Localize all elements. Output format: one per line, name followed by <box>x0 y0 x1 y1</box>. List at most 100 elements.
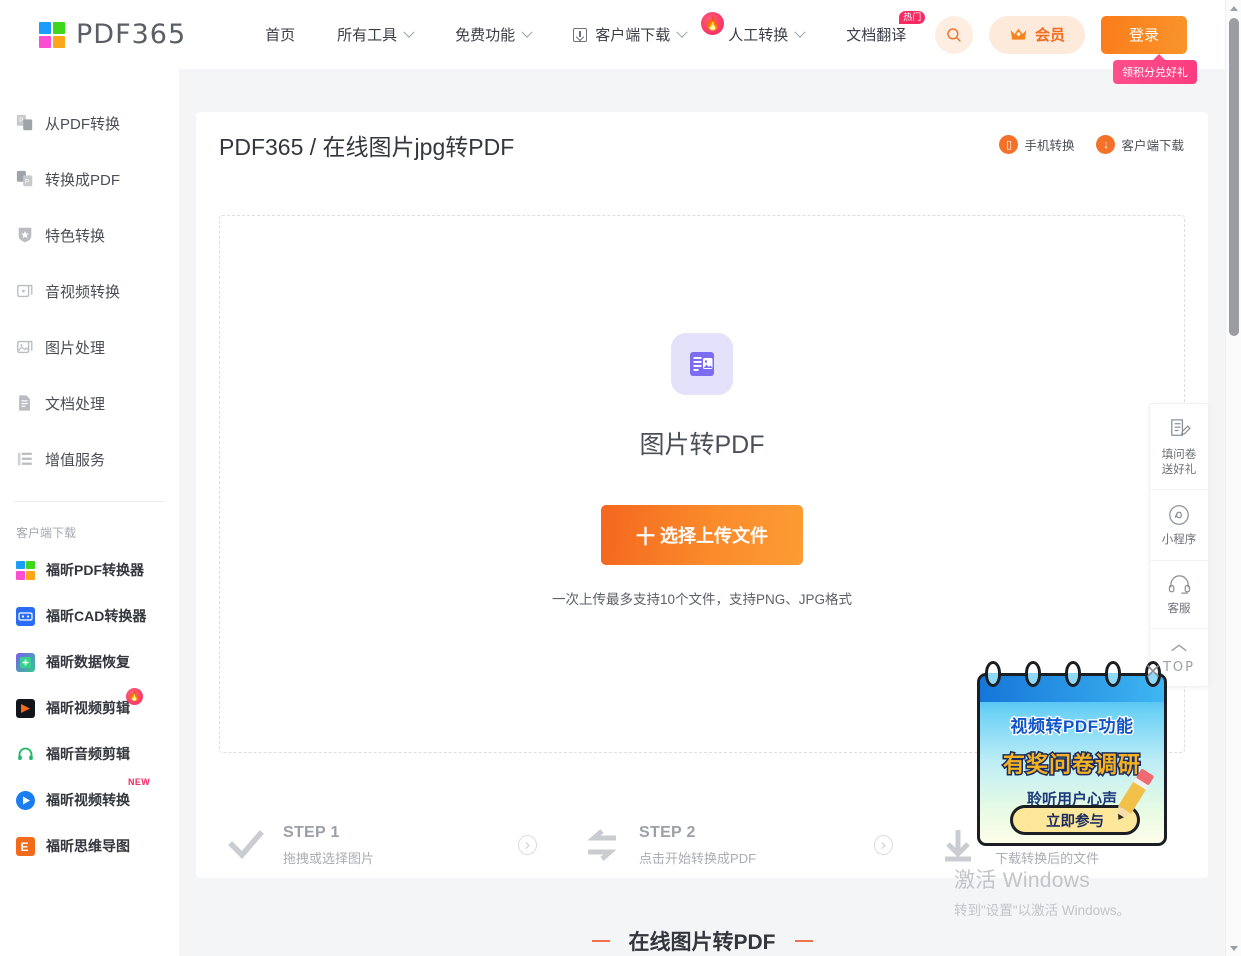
app-item-cad-converter[interactable]: 福昕CAD转换器 <box>0 593 179 639</box>
app-item-label: 福昕视频转换 <box>46 792 130 808</box>
nav-label: 文档翻译 <box>846 27 907 44</box>
login-tooltip: 领积分兑好礼 <box>1113 53 1197 84</box>
app-item-data-recovery[interactable]: 福昕数据恢复 <box>0 639 179 685</box>
hot-badge: 热门 <box>899 11 926 24</box>
nav-label: 首页 <box>265 27 296 44</box>
scroll-up-arrow[interactable] <box>1226 0 1241 16</box>
rail-item-support[interactable]: 客服 <box>1149 561 1209 629</box>
app-item-label: 福昕视频剪辑 <box>46 700 130 716</box>
login-area: 登录 领积分兑好礼 <box>1101 15 1197 84</box>
nav-item-client-download[interactable]: 客户端下载 <box>552 0 707 69</box>
upload-button-label: 选择上传文件 <box>660 526 768 546</box>
sidebar-item-label: 图片处理 <box>45 339 106 357</box>
scrollbar-thumb[interactable] <box>1229 18 1239 336</box>
survey-popup-card[interactable]: 视频转PDF功能 有奖问卷调研 聆听用户心声 立即参与 <box>977 673 1167 846</box>
mindmap-icon: E <box>16 836 35 856</box>
step-number: STEP 2 <box>639 823 696 841</box>
main-navigation: 首页 所有工具 免费功能 客户端下载 🔥 人工转换 文档翻译 热门 <box>244 0 927 69</box>
sidebar-item-featured[interactable]: 特色转换 <box>0 207 179 263</box>
sidebar-section-label: 客户端下载 <box>16 526 77 540</box>
app-item-pdf-converter[interactable]: 福昕PDF转换器 <box>0 547 179 593</box>
close-icon[interactable] <box>1145 663 1161 679</box>
sidebar-item-from-pdf[interactable]: P 从PDF转换 <box>0 95 179 151</box>
nav-item-all-tools[interactable]: 所有工具 <box>316 0 434 69</box>
survey-popup: 视频转PDF功能 有奖问卷调研 聆听用户心声 立即参与 <box>977 661 1167 846</box>
new-badge: NEW <box>128 777 151 787</box>
fire-icon: 🔥 <box>701 12 725 35</box>
sidebar: P 从PDF转换 P 转换成PDF 特色转换 音视频转换 图片处理 文档处理 增… <box>0 69 179 956</box>
sidebar-item-image-tools[interactable]: 图片处理 <box>0 319 179 375</box>
download-arrow-icon <box>938 825 978 865</box>
action-label: 手机转换 <box>1024 139 1075 153</box>
search-button[interactable] <box>934 15 973 54</box>
image-icon <box>16 338 34 356</box>
app-item-label: 福昕CAD转换器 <box>46 608 147 624</box>
ring-binder <box>1025 661 1041 687</box>
client-download-link[interactable]: ↓ 客户端下载 <box>1096 135 1184 154</box>
sidebar-item-label: 从PDF转换 <box>45 115 121 133</box>
nav-label: 所有工具 <box>337 27 398 44</box>
sidebar-item-to-pdf[interactable]: P 转换成PDF <box>0 151 179 207</box>
header-actions: 会员 登录 领积分兑好礼 <box>934 15 1197 84</box>
check-icon <box>226 825 266 865</box>
app-item-video-convert[interactable]: 福昕视频转换 NEW <box>0 777 179 823</box>
document-icon <box>16 394 34 412</box>
image-to-pdf-icon <box>671 333 733 395</box>
sidebar-item-value-added[interactable]: 增值服务 <box>0 431 179 487</box>
chevron-down-icon <box>794 26 806 38</box>
mobile-convert-link[interactable]: ▯ 手机转换 <box>999 135 1074 154</box>
audio-edit-icon <box>16 745 35 764</box>
tool-header-actions: ▯ 手机转换 ↓ 客户端下载 <box>999 135 1184 154</box>
section-heading: 在线图片转PDF <box>196 926 1208 956</box>
chevron-down-icon <box>403 26 415 38</box>
step-desc: 下载转换后的文件 <box>995 850 1100 866</box>
floating-rail: 填问卷 送好礼 小程序 客服 TOP <box>1149 403 1209 687</box>
nav-item-manual-convert[interactable]: 🔥 人工转换 <box>701 0 825 69</box>
rail-label-line1: 填问卷 <box>1161 449 1197 461</box>
nav-item-doc-translate[interactable]: 文档翻译 热门 <box>825 0 927 69</box>
nav-label: 客户端下载 <box>595 27 671 44</box>
vip-button[interactable]: 会员 <box>988 15 1085 54</box>
browser-viewport: PDF365 首页 所有工具 免费功能 客户端下载 🔥 人工转换 文档翻译 热门… <box>0 0 1241 956</box>
step-2: STEP 2 点击开始转换成PDF <box>582 824 829 867</box>
headset-icon <box>1168 574 1190 594</box>
scroll-down-arrow[interactable] <box>1226 940 1241 956</box>
rail-label: 小程序 <box>1161 534 1197 547</box>
nav-item-free-features[interactable]: 免费功能 <box>434 0 552 69</box>
page-scrollbar[interactable] <box>1225 0 1241 956</box>
sidebar-item-label: 文档处理 <box>45 395 106 413</box>
shield-star-icon <box>16 226 34 244</box>
rail-item-miniprogram[interactable]: 小程序 <box>1149 490 1209 561</box>
chevron-up-icon <box>1171 644 1187 651</box>
to-pdf-icon: P <box>16 170 34 188</box>
chevron-down-icon <box>676 26 688 38</box>
nav-item-home[interactable]: 首页 <box>244 0 316 69</box>
from-pdf-icon: P <box>16 114 34 132</box>
ring-binder <box>1065 661 1081 687</box>
app-item-label: 福昕思维导图 <box>46 838 130 854</box>
select-upload-file-button[interactable]: 十 选择上传文件 <box>601 505 803 565</box>
login-button[interactable]: 登录 <box>1101 15 1187 54</box>
fire-icon: 🔥 <box>126 688 143 705</box>
app-item-audio-edit[interactable]: 福昕音频剪辑 <box>0 731 179 777</box>
rail-label: 填问卷 送好礼 <box>1162 448 1197 478</box>
vip-label: 会员 <box>1034 27 1065 44</box>
heading-line-left <box>591 940 610 942</box>
heading-line-right <box>794 940 813 942</box>
site-logo[interactable]: PDF365 <box>39 19 186 50</box>
sidebar-item-label: 转换成PDF <box>45 171 121 189</box>
logo-text: PDF365 <box>76 19 187 50</box>
rail-item-survey[interactable]: 填问卷 送好礼 <box>1149 404 1209 491</box>
action-label: 客户端下载 <box>1121 139 1184 153</box>
crown-icon <box>1010 28 1027 40</box>
cad-icon <box>16 606 35 626</box>
search-icon <box>947 27 961 42</box>
sidebar-item-document-tools[interactable]: 文档处理 <box>0 375 179 431</box>
data-recovery-icon <box>16 652 35 672</box>
rail-label: TOP <box>1162 659 1195 675</box>
app-item-video-edit[interactable]: 福昕视频剪辑 🔥 <box>0 685 179 731</box>
rail-label: 客服 <box>1167 602 1191 615</box>
sidebar-item-media-convert[interactable]: 音视频转换 <box>0 263 179 319</box>
app-item-mindmap[interactable]: E 福昕思维导图 <box>0 823 179 869</box>
plus-icon: 十 <box>635 526 655 548</box>
